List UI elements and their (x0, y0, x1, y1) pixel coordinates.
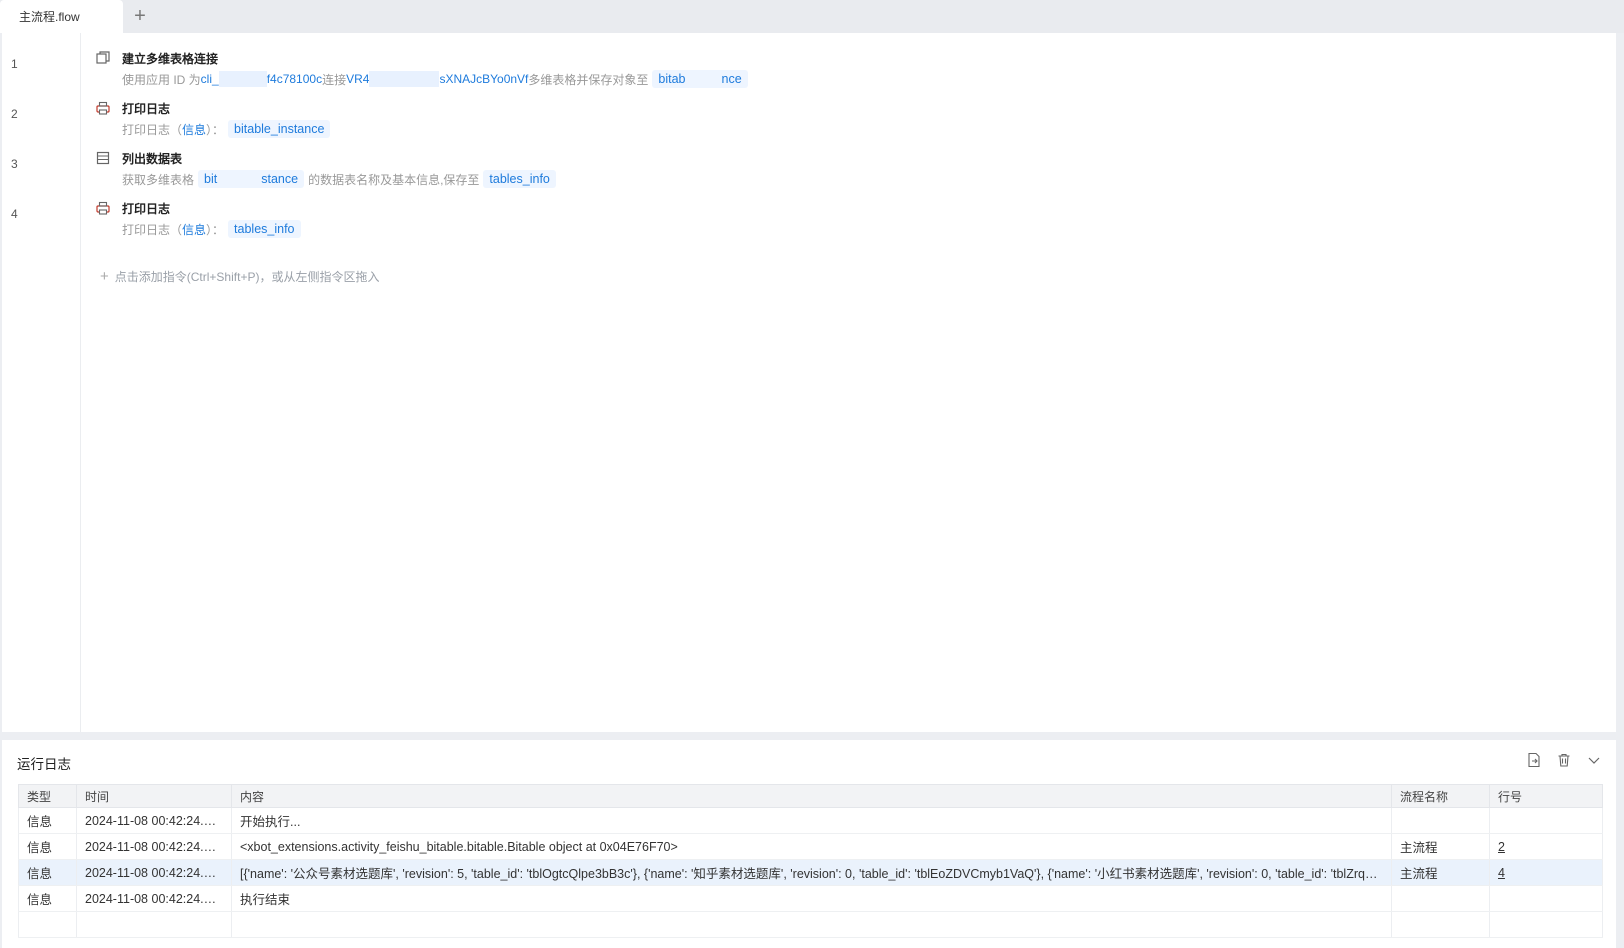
log-table: 类型 时间 内容 流程名称 行号 信息 2024-11-08 00:42:24.… (18, 784, 1603, 938)
cell-content: <xbot_extensions.activity_feishu_bitable… (231, 833, 1392, 860)
cell-flow: 主流程 (1391, 859, 1490, 886)
table-token: sXNAJcBYo0nVf (439, 72, 529, 86)
column-header[interactable]: 时间 (76, 784, 232, 808)
desc-text: 使用应用 ID 为 (122, 72, 201, 87)
redacted-block (218, 71, 267, 87)
variable-chip[interactable]: bitab nce (652, 70, 748, 88)
step-print-log[interactable]: 打印日志 打印日志（ 信息 ）： bitable_instance (96, 88, 1496, 138)
desc-text: 获取多维表格 (122, 172, 195, 187)
cell-type: 信息 (18, 807, 77, 834)
trash-icon[interactable] (1556, 752, 1572, 768)
cell-flow (1391, 807, 1490, 834)
print-log-icon (96, 101, 110, 115)
cell-time: 2024-11-08 00:42:24.060 (76, 807, 232, 834)
connection-icon (96, 51, 110, 65)
plus-icon: + (100, 268, 109, 285)
print-log-icon (96, 201, 110, 215)
table-token: VR4 (346, 72, 370, 86)
chevron-down-icon[interactable] (1586, 752, 1602, 768)
step-title: 打印日志 (122, 102, 171, 116)
cell-time: 2024-11-08 00:42:24.602 (76, 833, 232, 860)
step-print-log[interactable]: 打印日志 打印日志（ 信息 ）： tables_info (96, 188, 1496, 238)
run-log-panel: 运行日志 类型 时间 内容 流程名称 行号 信息 2024-11-08 00:4… (2, 740, 1616, 948)
app-id: f4c78100c (266, 72, 323, 86)
desc-text: ）： (206, 222, 225, 237)
desc-text: ）： (206, 122, 225, 137)
cell-content: [{'name': '公众号素材选题库', 'revision': 5, 'ta… (231, 859, 1392, 886)
desc-text: 连接 (322, 72, 347, 87)
table-row[interactable]: 信息 2024-11-08 00:42:24.602 <xbot_extensi… (18, 833, 1603, 860)
cell-type: 信息 (18, 885, 77, 912)
step-title: 建立多维表格连接 (122, 52, 219, 66)
redacted-block (369, 71, 440, 87)
add-tab-button[interactable]: + (130, 4, 150, 28)
column-header[interactable]: 类型 (18, 784, 77, 808)
add-instruction-hint[interactable]: + 点击添加指令(Ctrl+Shift+P)，或从左侧指令区拖入 (100, 268, 379, 285)
line-number: 4 (11, 207, 18, 221)
table-row[interactable]: 信息 2024-11-08 00:42:24.894 执行结束 (18, 885, 1603, 912)
table-header-row: 类型 时间 内容 流程名称 行号 (18, 784, 1603, 808)
log-toolbar (1526, 752, 1602, 768)
cell-line (1489, 885, 1603, 912)
cell-type: 信息 (18, 859, 77, 886)
cell-type: 信息 (18, 833, 77, 860)
export-icon[interactable] (1526, 752, 1542, 768)
cell-flow (1391, 885, 1490, 912)
tab-bar: 主流程.flow + (0, 0, 1624, 33)
tab-main-flow[interactable]: 主流程.flow (0, 0, 123, 33)
app-id: cli_ (200, 72, 219, 86)
cell-line (1489, 807, 1603, 834)
variable-chip[interactable]: bitable_instance (228, 120, 331, 138)
desc-text: 打印日志（ (122, 122, 183, 137)
log-level: 信息 (182, 222, 207, 237)
table-row[interactable]: 信息 2024-11-08 00:42:24.060 开始执行... (18, 807, 1603, 834)
log-panel-title: 运行日志 (17, 757, 71, 772)
line-number: 2 (11, 107, 18, 121)
flow-editor: 1 2 3 4 建立多维表格连接 使用应用 ID 为 cli_ f4c78100… (2, 33, 1616, 732)
step-description: 打印日志（ 信息 ）： tables_info (122, 220, 305, 238)
cell-flow: 主流程 (1391, 833, 1490, 860)
step-title: 列出数据表 (122, 152, 183, 166)
step-list-tables[interactable]: 列出数据表 获取多维表格 bit stance 的数据表名称及基本信息,保存至 t… (96, 138, 1496, 188)
step-description: 获取多维表格 bit stance 的数据表名称及基本信息,保存至 tables_… (122, 170, 560, 188)
step-description: 打印日志（ 信息 ）： bitable_instance (122, 120, 334, 138)
desc-text: 打印日志（ (122, 222, 183, 237)
desc-text: 多维表格并保存对象至 (528, 72, 649, 87)
column-header[interactable]: 流程名称 (1391, 784, 1490, 808)
step-title: 打印日志 (122, 202, 171, 216)
step-description: 使用应用 ID 为 cli_ f4c78100c 连接 VR4 sXNAJcBY… (122, 70, 752, 88)
table-row-empty (18, 911, 1603, 938)
cell-time: 2024-11-08 00:42:24.893 (76, 859, 232, 886)
cell-time: 2024-11-08 00:42:24.894 (76, 885, 232, 912)
column-header[interactable]: 内容 (231, 784, 1392, 808)
line-link[interactable]: 2 (1489, 833, 1603, 860)
log-level: 信息 (182, 122, 207, 137)
desc-text: 的数据表名称及基本信息,保存至 (308, 172, 480, 187)
variable-chip[interactable]: bit stance (198, 170, 305, 188)
variable-chip[interactable]: tables_info (228, 220, 301, 238)
table-list-icon (96, 151, 110, 165)
table-row[interactable]: 信息 2024-11-08 00:42:24.893 [{'name': '公众… (18, 859, 1603, 886)
cell-content: 开始执行... (231, 807, 1392, 834)
line-gutter: 1 2 3 4 (2, 33, 81, 732)
step-connect-bitable[interactable]: 建立多维表格连接 使用应用 ID 为 cli_ f4c78100c 连接 VR4… (96, 38, 1496, 88)
cell-content: 执行结束 (231, 885, 1392, 912)
line-link[interactable]: 4 (1489, 859, 1603, 886)
column-header[interactable]: 行号 (1489, 784, 1603, 808)
variable-chip[interactable]: tables_info (483, 170, 556, 188)
add-hint-text: 点击添加指令(Ctrl+Shift+P)，或从左侧指令区拖入 (114, 270, 380, 284)
line-number: 1 (11, 57, 18, 71)
line-number: 3 (11, 157, 18, 171)
